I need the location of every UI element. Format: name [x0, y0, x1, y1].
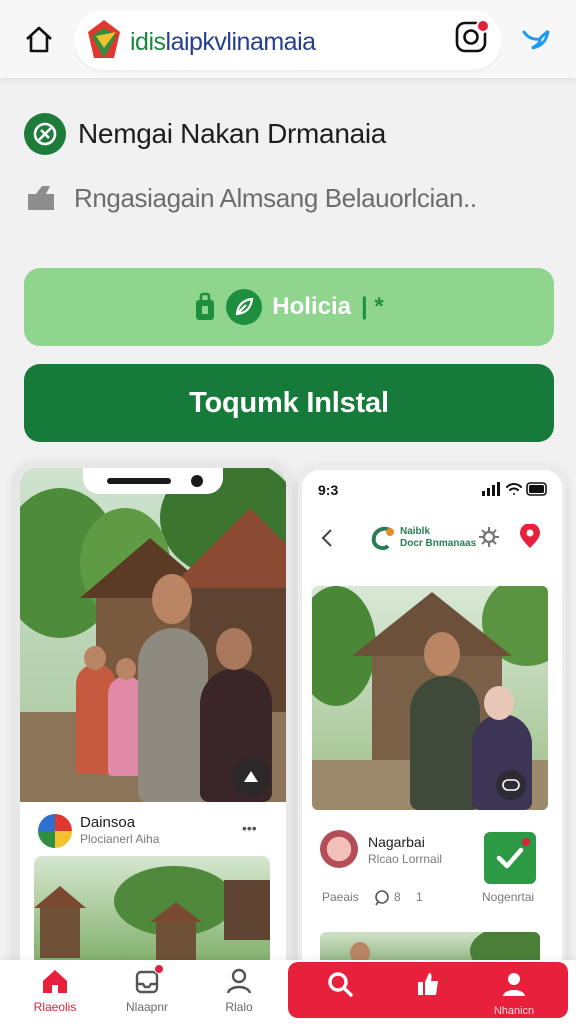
comment-icon[interactable]: [374, 890, 390, 911]
site-title: Nemgai Nakan Drmanaia: [78, 118, 387, 149]
share-count: 1: [416, 890, 423, 904]
holicia-button[interactable]: Holicia | *: [24, 268, 554, 346]
village-photo-right: [312, 586, 548, 810]
inbox-icon: [132, 964, 164, 996]
search-tab[interactable]: [310, 970, 370, 1018]
signal-icon: [482, 482, 502, 499]
twitter-icon[interactable]: [518, 22, 554, 58]
tab-inbox[interactable]: Nlaapnr: [102, 964, 192, 1022]
profile-icon: [224, 966, 254, 996]
more-icon[interactable]: •••: [242, 820, 257, 836]
tab-label: Nhanicn: [493, 1005, 535, 1017]
settings-icon[interactable]: [478, 526, 500, 553]
avatar: [320, 830, 358, 868]
like-tab[interactable]: [398, 970, 458, 1018]
post-subtitle: Rlcao Lorrnail: [368, 852, 443, 866]
avatar: [38, 814, 72, 848]
tab-home[interactable]: Rlaeolis: [10, 966, 100, 1022]
stats-label: Paeais: [322, 890, 359, 904]
site-logo-icon: [82, 18, 126, 62]
post-author: Dainsoa: [80, 814, 136, 831]
toggle-icon[interactable]: [496, 770, 526, 800]
leaf-icon: [226, 289, 263, 325]
subtitle: Rngasiagain Almsang Belauorlcian..: [74, 182, 477, 213]
tab-label: Rlalo: [225, 1000, 253, 1014]
url-bar[interactable]: idislaipkvlinamaia: [74, 10, 502, 70]
post-author: Nagarbai: [368, 834, 425, 850]
home-icon: [40, 966, 70, 996]
wifi-icon: [506, 482, 522, 499]
status-time: 9:3: [318, 482, 339, 498]
post-subtitle: Plocianerl Aiha: [80, 832, 160, 846]
back-icon[interactable]: [320, 528, 334, 553]
browser-topbar: idislaipkvlinamaia: [0, 0, 576, 78]
approve-button[interactable]: [484, 832, 536, 884]
holicia-label: Holicia: [272, 293, 351, 320]
notification-badge: [522, 838, 530, 846]
tab-label: Nlaapnr: [125, 1000, 169, 1014]
like-icon: [414, 970, 442, 1003]
user-tab[interactable]: Nhanicn: [484, 970, 544, 1018]
camera-icon[interactable]: [232, 758, 270, 796]
tab-label: Rlaeolis: [33, 1000, 77, 1014]
site-header: Nemgai Nakan Drmanaia: [24, 112, 386, 156]
url-text: idislaipkvlinamaia: [130, 28, 316, 56]
holicia-separator: | *: [360, 293, 384, 320]
phone-mockup-left: Dainsoa Plocianerl Aiha •••: [14, 462, 292, 982]
tab-profile[interactable]: Rlalo: [194, 966, 284, 1022]
home-icon[interactable]: [20, 20, 58, 58]
notification-badge: [476, 19, 490, 33]
subtitle-row: Rngasiagain Almsang Belauorlcian..: [24, 178, 477, 218]
leaf-logo-icon: [24, 113, 66, 155]
share-icon: [24, 182, 60, 214]
village-photo-second: [34, 856, 270, 966]
post-stats: Paeais 8 1 Nogenrtai: [302, 884, 562, 914]
phone-mockup-right: 9:3 Naiblk Docr Bnmanaas Nagarbai Rlcao …: [298, 466, 566, 986]
user-icon: [500, 970, 528, 1003]
location-pin-icon[interactable]: [518, 523, 542, 555]
search-icon: [326, 970, 354, 1003]
notification-badge: [154, 964, 164, 974]
comment-count: 8: [394, 890, 401, 904]
stats-end-label: Nogenrtai: [482, 890, 535, 904]
page: idislaipkvlinamaia Nemgai Nakan Drmanaia…: [0, 0, 576, 1024]
village-photo: [20, 468, 286, 802]
install-button[interactable]: Toqumk Inlstal: [24, 364, 554, 442]
app-logo-icon: [368, 524, 396, 557]
app-name: Naiblk Docr Bnmanaas: [400, 526, 477, 549]
bag-icon: [194, 292, 216, 322]
phone-notch: [83, 468, 223, 494]
battery-icon: [526, 482, 550, 499]
action-bar: Nhanicn: [288, 962, 568, 1018]
app-header: Naiblk Docr Bnmanaas: [302, 510, 562, 570]
status-bar: 9:3: [302, 470, 562, 506]
